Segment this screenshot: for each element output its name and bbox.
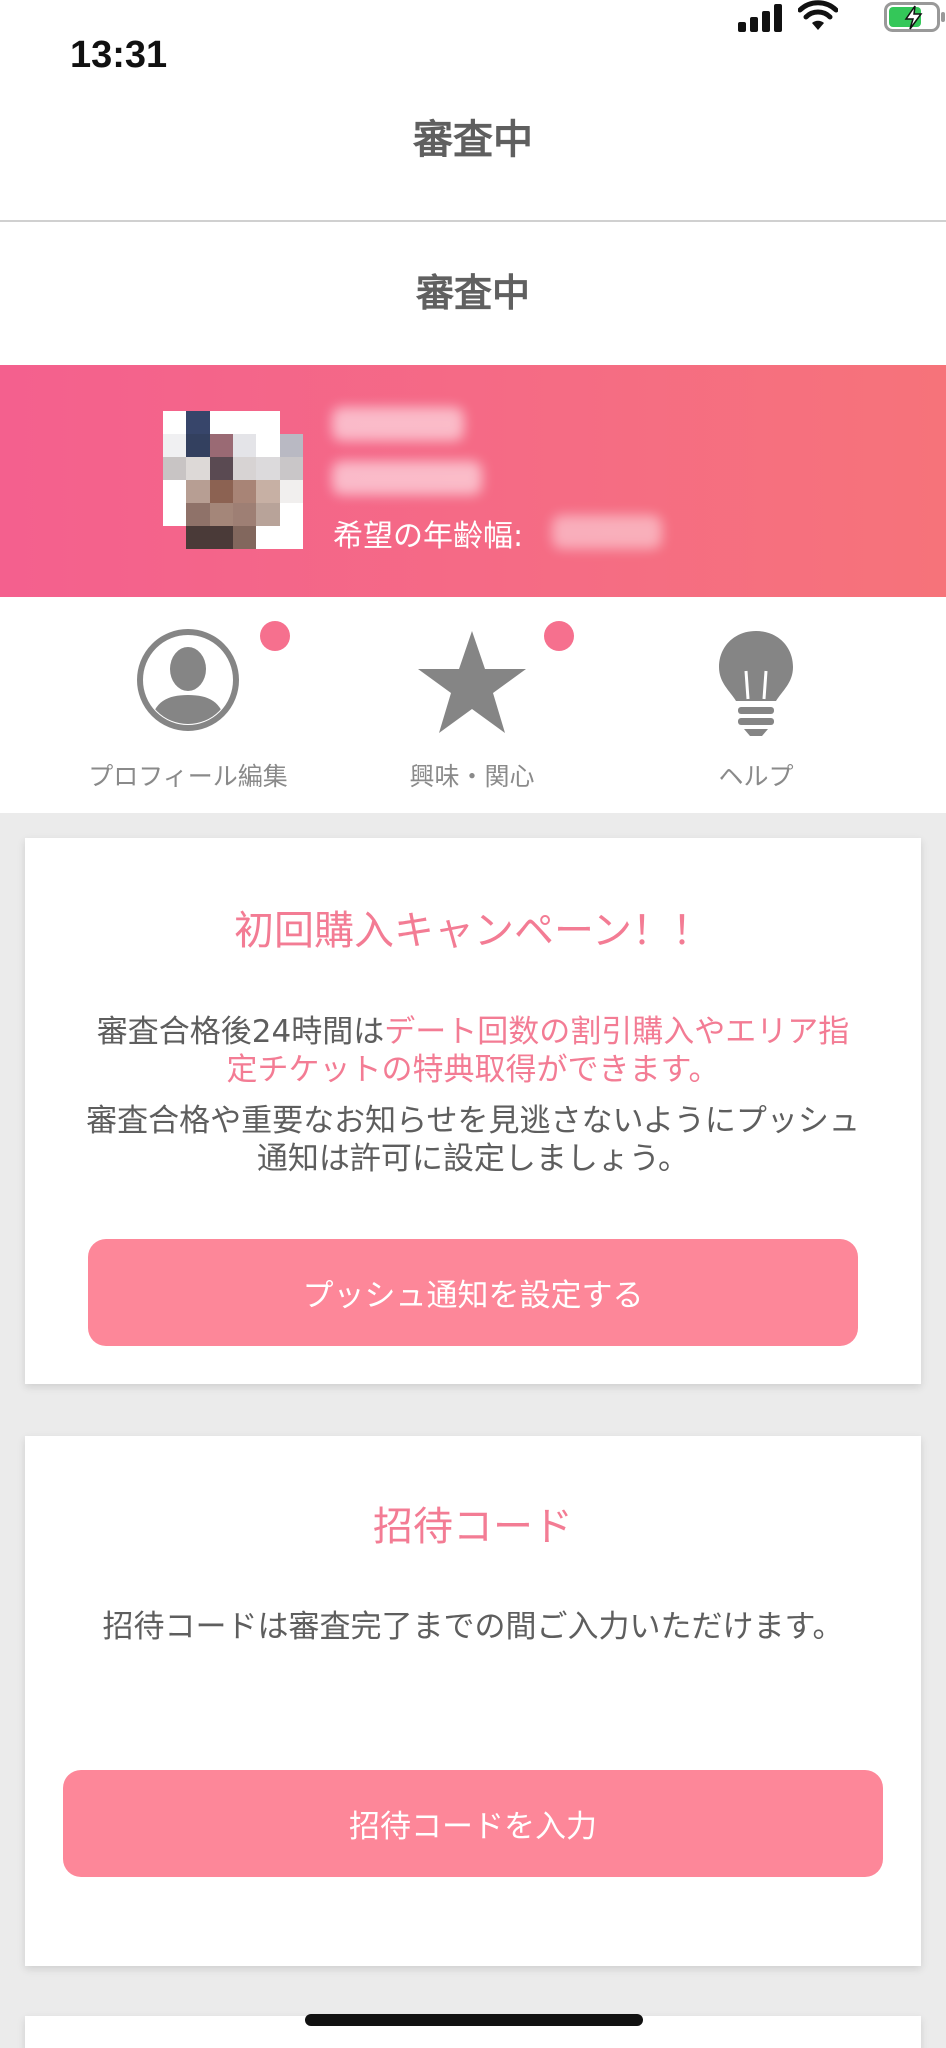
wifi-icon — [798, 0, 838, 30]
avatar[interactable] — [163, 411, 303, 549]
review-status-title: 審査中 — [415, 271, 530, 315]
interests-label: 興味・関心 — [409, 762, 535, 791]
lightbulb-icon — [719, 631, 793, 736]
review-status-header: 審査中 — [0, 222, 946, 365]
profile-detail-redacted — [332, 461, 482, 495]
enter-invite-code-button[interactable]: 招待コードを入力 — [63, 1770, 883, 1877]
campaign-title: 初回購入キャンペーン！！ — [234, 908, 712, 954]
push-notification-button[interactable]: プッシュ通知を設定する — [88, 1239, 858, 1346]
campaign-description-prefix: 審査合格後24時間は — [96, 1014, 385, 1050]
profile-edit-badge — [260, 621, 290, 651]
home-indicator — [305, 2014, 643, 2026]
help-button[interactable]: ヘルプ — [606, 597, 906, 813]
profile-name-redacted — [332, 407, 464, 441]
navigation-bar: 審査中 — [0, 110, 946, 222]
interests-button[interactable]: 興味・関心 — [322, 597, 622, 813]
push-notification-button-label: プッシュ通知を設定する — [302, 1278, 644, 1314]
help-label: ヘルプ — [718, 762, 794, 791]
person-circle-icon — [137, 629, 239, 731]
interests-badge — [544, 621, 574, 651]
push-notification-description: 審査合格や重要なお知らせを見逃さないようにプッシュ通知は許可に設定しましょう。 — [86, 1103, 860, 1177]
age-range-value-redacted — [552, 515, 662, 549]
page-title: 審査中 — [413, 117, 533, 163]
campaign-card: 初回購入キャンペーン！！ 審査合格後24時間はデート回数の割引購入やエリア指定チ… — [25, 838, 921, 1384]
profile-edit-button[interactable]: プロフィール編集 — [38, 597, 338, 813]
battery-charging-icon — [884, 2, 945, 32]
quick-menu: プロフィール編集 興味・関心 ヘルプ — [0, 597, 946, 813]
status-time: 13:31 — [70, 34, 168, 76]
cellular-signal-icon — [738, 4, 782, 32]
campaign-description: 審査合格後24時間はデート回数の割引購入やエリア指定チケットの特典取得ができます… — [85, 1013, 861, 1089]
enter-invite-code-button-label: 招待コードを入力 — [349, 1809, 597, 1845]
invite-code-card: 招待コード 招待コードは審査完了までの間ご入力いただけます。 招待コードを入力 — [25, 1436, 921, 1966]
age-range-label: 希望の年齢幅: — [333, 519, 524, 554]
status-bar: 13:31 — [0, 0, 946, 110]
profile-edit-label: プロフィール編集 — [88, 762, 288, 791]
star-icon — [418, 631, 526, 733]
invite-code-title: 招待コード — [373, 1504, 573, 1550]
invite-code-description: 招待コードは審査完了までの間ご入力いただけます。 — [102, 1609, 844, 1645]
profile-banner: 希望の年齢幅: — [0, 365, 946, 597]
